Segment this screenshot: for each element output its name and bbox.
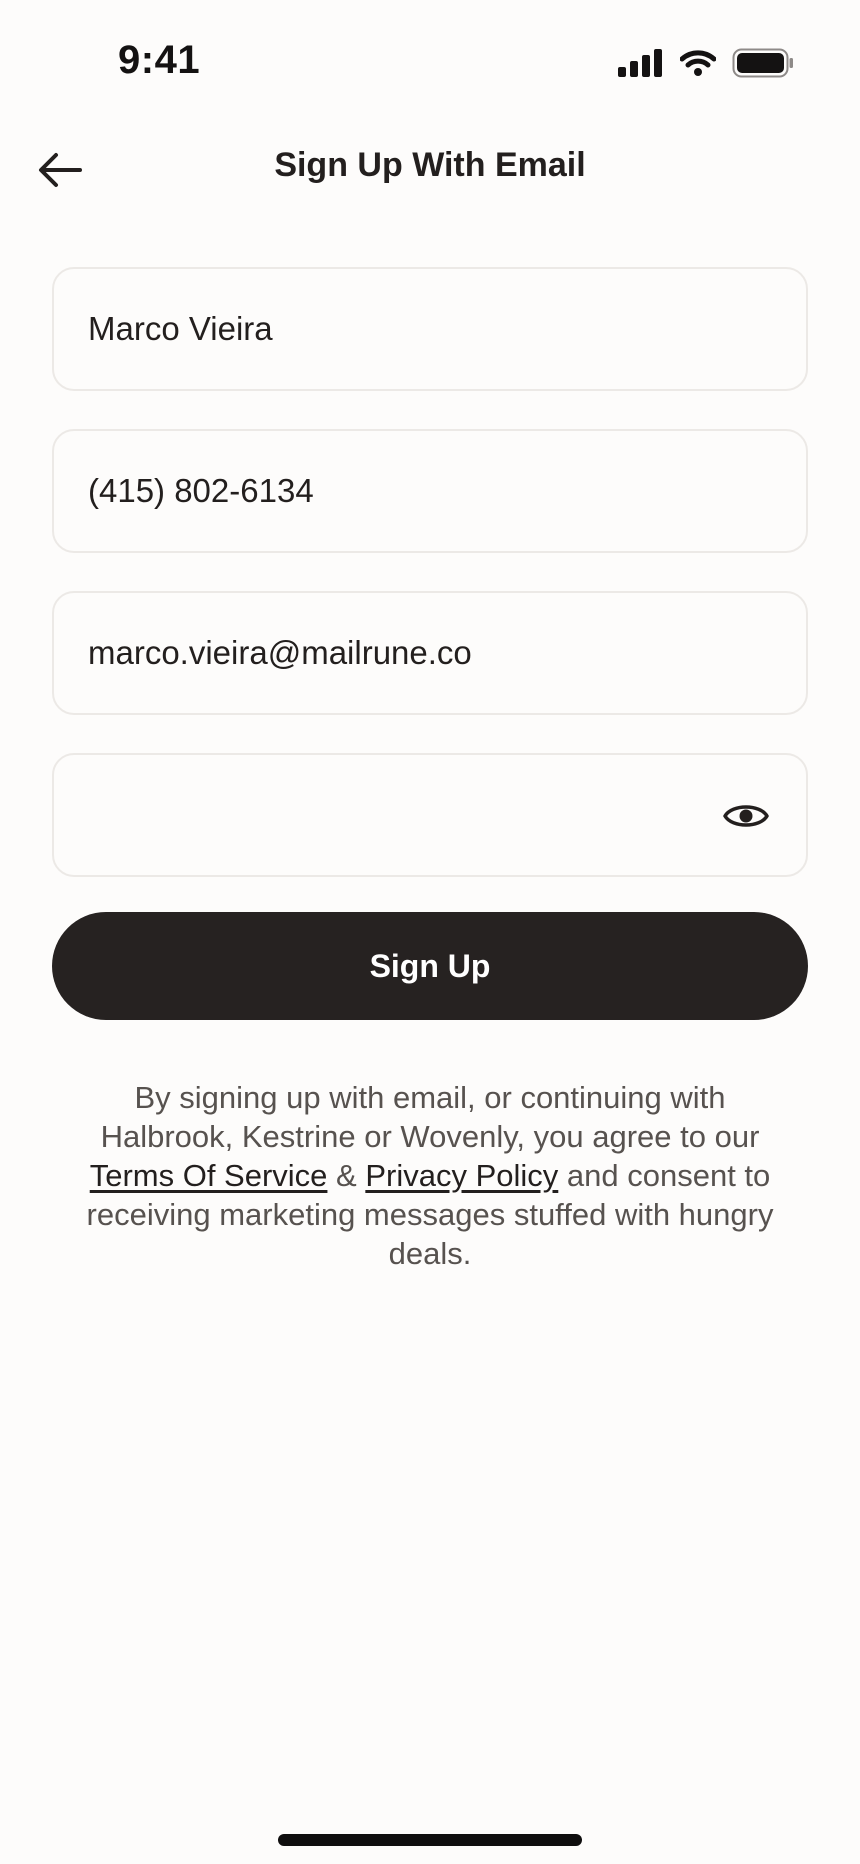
sign-up-button[interactable]: Sign Up [52, 912, 808, 1020]
password-field[interactable] [52, 753, 808, 877]
header: Sign Up With Email [0, 120, 860, 220]
privacy-policy-link[interactable]: Privacy Policy [365, 1158, 558, 1193]
email-field[interactable] [52, 591, 808, 715]
cellular-signal-icon [618, 49, 662, 77]
status-time: 9:41 [118, 38, 201, 82]
eye-icon[interactable] [722, 799, 770, 833]
home-indicator [278, 1834, 582, 1846]
phone-input[interactable] [88, 472, 772, 510]
legal-joiner: & [327, 1158, 366, 1193]
wifi-icon [680, 50, 716, 76]
legal-text-before: By signing up with email, or continuing … [100, 1080, 760, 1154]
password-input[interactable] [88, 796, 708, 834]
status-icons [618, 48, 794, 78]
terms-of-service-link[interactable]: Terms Of Service [90, 1158, 328, 1193]
name-input[interactable] [88, 310, 772, 348]
legal-notice: By signing up with email, or continuing … [64, 1078, 796, 1273]
name-field[interactable] [52, 267, 808, 391]
battery-icon [732, 48, 793, 78]
status-bar: 9:41 [0, 0, 860, 120]
signup-screen: 9:41 Sign Up With Email Marco Vieira (41… [0, 0, 860, 1864]
page-title: Sign Up With Email [274, 146, 586, 184]
email-input[interactable] [88, 634, 772, 672]
phone-field[interactable] [52, 429, 808, 553]
